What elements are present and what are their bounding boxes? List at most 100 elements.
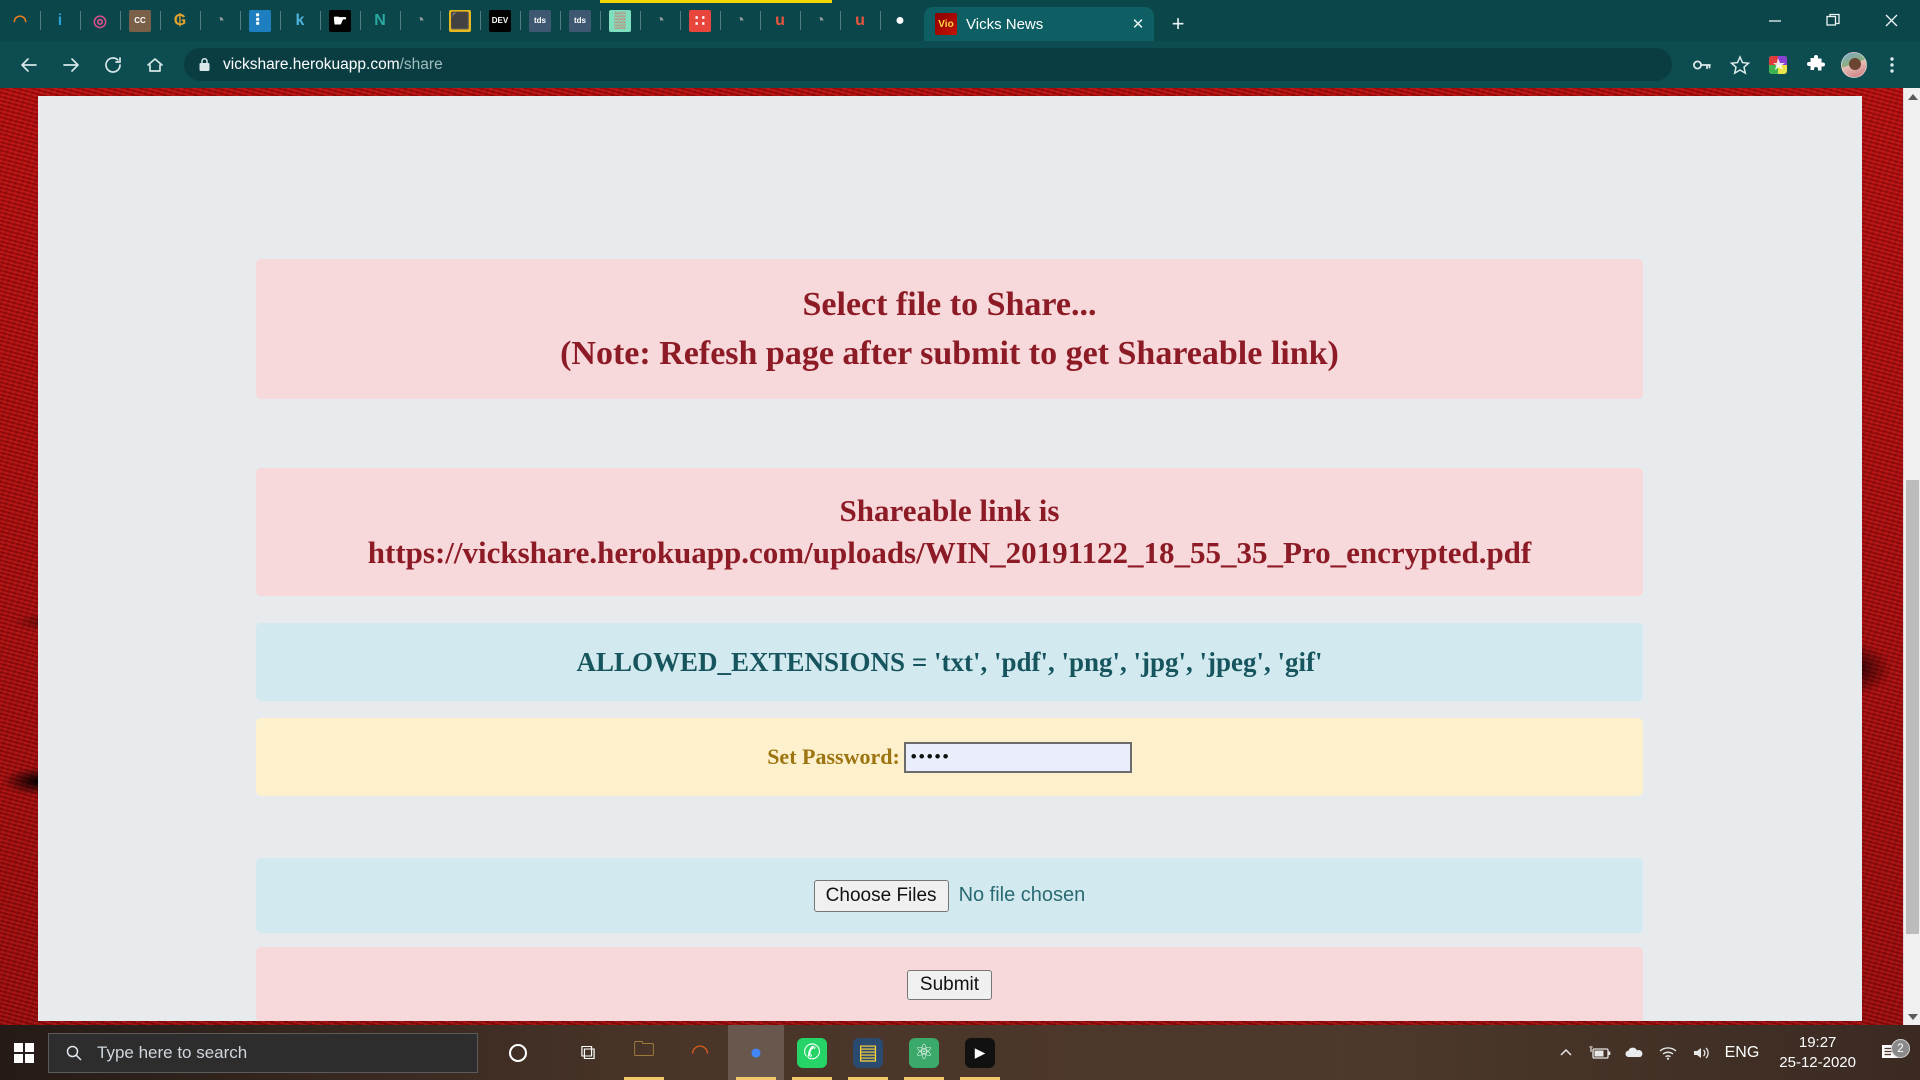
submit-button[interactable]: Submit (906, 969, 993, 1000)
tray-show-hidden-icons[interactable] (1549, 1045, 1583, 1061)
password-input[interactable] (903, 741, 1132, 773)
tab-title: Vicks News (966, 15, 1044, 33)
tab-favicon-globe-grey-3[interactable]: ◔ (640, 0, 680, 41)
taskbar-task-view[interactable]: ⧉ (560, 1025, 616, 1080)
new-tab-button[interactable]: + (1160, 7, 1196, 41)
tray-onedrive-cloud-icon[interactable] (1617, 1045, 1651, 1061)
tab-favicon-tds-1[interactable]: tds (520, 0, 560, 41)
scrollbar-thumb[interactable] (1906, 480, 1919, 934)
tray-wifi-icon[interactable] (1651, 1045, 1685, 1061)
app-icon-glyph: 🗀 (633, 1038, 655, 1061)
bookmark-star-icon[interactable] (1722, 47, 1758, 83)
tab-favicon-yellow-box[interactable]: ⬛ (440, 0, 480, 41)
file-chosen-status: No file chosen (958, 884, 1086, 906)
tab-favicon-blue-card[interactable]: ⠇ (240, 0, 280, 41)
tab-vicks-news[interactable]: Viᴏ Vicks News ✕ (924, 7, 1154, 41)
favicon-glyph: ◔ (415, 11, 425, 29)
submit-panel: Submit (256, 947, 1643, 1021)
favicon-glyph: ◔ (215, 11, 225, 29)
reload-icon[interactable] (94, 46, 132, 84)
extension-colorful-icon[interactable] (1760, 47, 1796, 83)
home-icon[interactable] (136, 46, 174, 84)
app-icon-glyph: ● (749, 1040, 763, 1064)
clock-date: 25-12-2020 (1779, 1053, 1856, 1071)
favicon-glyph: u (775, 11, 785, 29)
tab-favicon-kaggle-k[interactable]: k (280, 0, 320, 41)
extensions-puzzle-icon[interactable] (1798, 47, 1834, 83)
favicon-glyph: ◔ (815, 11, 825, 29)
favicon-glyph: tds (529, 9, 551, 32)
tab-favicon-black-hand[interactable]: ☛ (320, 0, 360, 41)
taskbar-ubuntu[interactable]: ◠ (672, 1025, 728, 1080)
avatar-image (1841, 51, 1867, 78)
close-window-icon[interactable] (1862, 0, 1920, 41)
tab-favicon-globe-grey-2[interactable]: ◔ (400, 0, 440, 41)
clock-time: 19:27 (1798, 1033, 1837, 1051)
tab-favicon-github[interactable]: ● (880, 0, 920, 41)
tab-favicon-gold-g[interactable]: ₲ (160, 0, 200, 41)
app-icon-glyph: ▤ (853, 1037, 883, 1068)
tab-favicon-notion-n[interactable]: N (360, 0, 400, 41)
favicon-glyph: ◔ (655, 11, 665, 29)
tab-favicon-globe-grey-5[interactable]: ◔ (800, 0, 840, 41)
notification-center-button[interactable]: 2 (1868, 1038, 1914, 1064)
taskbar-terminal[interactable]: ▸ (952, 1025, 1008, 1080)
system-tray: ENG 19:27 25-12-2020 2 (1549, 1025, 1920, 1080)
shareable-link-url[interactable]: https://vickshare.herokuapp.com/uploads/… (368, 532, 1532, 574)
page-header-panel: Select file to Share... (Note: Refesh pa… (256, 259, 1643, 399)
favicon-glyph: ● (895, 11, 905, 29)
forward-icon[interactable] (52, 46, 90, 84)
taskbar-chrome[interactable]: ● (728, 1025, 784, 1080)
back-icon[interactable] (10, 46, 48, 84)
start-button[interactable] (0, 1025, 48, 1080)
allowed-extensions-text: ALLOWED_EXTENSIONS = 'txt', 'pdf', 'png'… (576, 646, 1323, 677)
tab-favicon-orange-arc[interactable]: ◠ (0, 0, 40, 41)
password-key-icon[interactable] (1684, 47, 1720, 83)
tray-battery-charging-icon[interactable] (1583, 1045, 1617, 1061)
notification-badge: 2 (1891, 1038, 1910, 1058)
taskbar-file-explorer[interactable]: 🗀 (616, 1025, 672, 1080)
tab-favicon-cc[interactable]: CC (120, 0, 160, 41)
tab-favicon-red-u[interactable]: u (760, 0, 800, 41)
close-tab-icon[interactable]: ✕ (1126, 12, 1150, 36)
minimize-window-icon[interactable] (1746, 0, 1804, 41)
tab-favicon-globe-grey-4[interactable]: ◔ (720, 0, 760, 41)
tray-volume-icon[interactable] (1685, 1045, 1719, 1061)
allowed-extensions-panel: ALLOWED_EXTENSIONS = 'txt', 'pdf', 'png'… (256, 623, 1643, 701)
maximize-restore-window-icon[interactable] (1804, 0, 1862, 41)
tray-language-indicator[interactable]: ENG (1725, 1044, 1760, 1062)
lock-icon (198, 57, 211, 72)
password-label: Set Password: (767, 744, 900, 769)
taskbar-python-ide[interactable]: ▤ (840, 1025, 896, 1080)
chrome-menu-icon[interactable] (1874, 47, 1910, 83)
scrollbar-up-arrow[interactable] (1904, 88, 1920, 105)
profile-avatar[interactable] (1836, 47, 1872, 83)
page-viewport: Select file to Share... (Note: Refesh pa… (0, 88, 1920, 1025)
set-password-panel: Set Password: (256, 718, 1643, 796)
tab-favicon-swirl[interactable]: ◎ (80, 0, 120, 41)
taskbar-clock[interactable]: 19:27 25-12-2020 (1779, 1033, 1856, 1073)
scrollbar-down-arrow[interactable] (1904, 1008, 1920, 1025)
taskbar-search-box[interactable]: Type here to search (48, 1032, 478, 1073)
favicon-glyph: u (855, 11, 865, 29)
tab-favicon-tds-2[interactable]: tds (560, 0, 600, 41)
favicon-glyph: ◠ (13, 12, 27, 30)
tab-favicon-info[interactable]: i (40, 0, 80, 41)
taskbar-whatsapp[interactable]: ✆ (784, 1025, 840, 1080)
favicon-glyph: ⬛ (449, 9, 471, 32)
tab-favicon-color-grid[interactable]: ▒ (600, 0, 640, 41)
favicon-glyph: N (374, 11, 386, 29)
header-line-1: Select file to Share... (802, 286, 1097, 323)
tab-favicon-red-u-2[interactable]: u (840, 0, 880, 41)
tab-favicon-dev[interactable]: DEV (480, 0, 520, 41)
tab-favicon-globe-grey-1[interactable]: ◔ (200, 0, 240, 41)
shareable-link-label: Shareable link is (839, 493, 1060, 528)
choose-files-button[interactable]: Choose Files (813, 879, 949, 912)
vertical-scrollbar[interactable] (1903, 88, 1920, 1025)
taskbar-atom[interactable]: ⚛ (896, 1025, 952, 1080)
tab-favicon-red-dots[interactable]: ∷ (680, 0, 720, 41)
app-icon-glyph: ◠ (690, 1041, 710, 1064)
url-host: vickshare.herokuapp.com (223, 55, 400, 73)
address-bar[interactable]: vickshare.herokuapp.com/share (184, 48, 1672, 81)
cortana-button[interactable] (490, 1025, 546, 1080)
